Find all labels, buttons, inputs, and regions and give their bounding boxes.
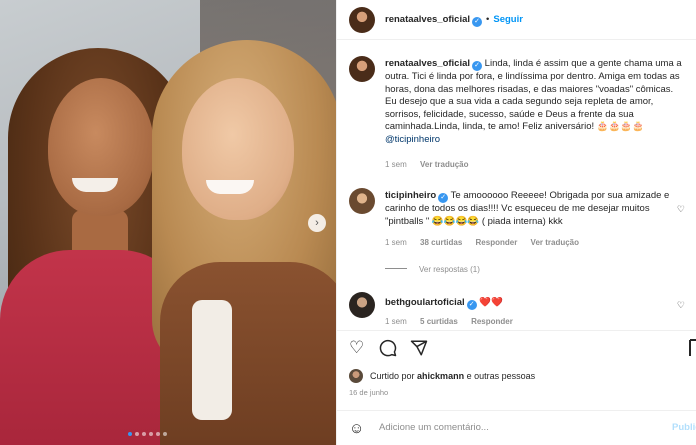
comment-meta: 1 sem 5 curtidas Responder xyxy=(385,317,524,326)
carousel-dot xyxy=(156,432,160,436)
chevron-right-icon: › xyxy=(315,217,319,229)
comment-icon[interactable] xyxy=(379,339,397,361)
carousel-dot xyxy=(128,432,132,436)
comment-text-block: bethgoulartoficial ✓ ❤️❤️ xyxy=(385,297,685,310)
photo-person-right-face xyxy=(182,78,294,220)
comment-username[interactable]: ticipinheiro xyxy=(385,190,436,201)
translate-button[interactable]: Ver tradução xyxy=(531,238,579,247)
carousel-dot xyxy=(142,432,146,436)
comment-likes[interactable]: 38 curtidas xyxy=(420,238,462,247)
verified-icon: ✓ xyxy=(438,193,449,203)
photo-person-left-smile xyxy=(72,178,118,192)
publish-button[interactable]: Publica xyxy=(672,422,696,433)
caption-mention[interactable]: @ticipinheiro xyxy=(385,134,440,145)
separator-dot: • xyxy=(486,14,490,25)
caption-time[interactable]: 1 sem xyxy=(385,160,407,169)
translate-button[interactable]: Ver tradução xyxy=(420,160,468,169)
follow-button[interactable]: Seguir xyxy=(493,14,523,25)
post-date[interactable]: 16 de junho xyxy=(349,388,388,397)
comment-likes[interactable]: 5 curtidas xyxy=(420,317,458,326)
verified-icon: ✓ xyxy=(466,300,477,310)
comment-time[interactable]: 1 sem xyxy=(385,317,407,326)
view-replies-label: Ver respostas (1) xyxy=(419,265,480,274)
photo-person-right-smile xyxy=(206,180,254,194)
like-comment-heart-icon[interactable]: ♡ xyxy=(677,300,685,311)
verified-icon: ✓ xyxy=(472,17,483,27)
liked-by-suffix[interactable]: e outras pessoas xyxy=(467,371,536,381)
photo-person-right-shirt xyxy=(192,300,232,420)
action-bar: ♡ xyxy=(337,330,696,366)
liked-by-prefix: Curtido por xyxy=(370,371,415,381)
carousel-dot xyxy=(163,432,167,436)
comment-avatar[interactable] xyxy=(349,292,375,318)
comment-text-block: ticipinheiro ✓ Te amoooooo Reeeee! Obriga… xyxy=(385,190,675,228)
share-icon[interactable] xyxy=(410,339,428,361)
author-avatar[interactable] xyxy=(349,7,375,33)
carousel-indicator xyxy=(128,432,167,436)
comment-username[interactable]: bethgoulartoficial xyxy=(385,297,465,308)
post-photo[interactable]: › xyxy=(0,0,336,445)
caption-meta: 1 sem Ver tradução xyxy=(385,160,480,169)
photo-person-left-face xyxy=(48,78,154,216)
replies-line xyxy=(385,268,407,269)
photo-person-right-jacket xyxy=(160,262,336,445)
post-header: renataalves_oficial ✓ • Seguir xyxy=(337,0,696,40)
heart-icon[interactable]: ♡ xyxy=(349,339,364,357)
carousel-dot xyxy=(135,432,139,436)
caption-avatar[interactable] xyxy=(349,56,375,82)
carousel-dot xyxy=(149,432,153,436)
caption-text-block: renataalves_oficial ✓ Linda, linda é assi… xyxy=(385,58,685,146)
carousel-next-button[interactable]: › xyxy=(308,214,326,232)
reply-button[interactable]: Responder xyxy=(471,317,513,326)
liked-by: Curtido por ahickmann e outras pessoas xyxy=(349,369,535,383)
comment-avatar[interactable] xyxy=(349,188,375,214)
caption-username[interactable]: renataalves_oficial xyxy=(385,58,470,69)
comment-meta: 1 sem 38 curtidas Responder Ver tradução xyxy=(385,238,590,247)
post-side-panel: renataalves_oficial ✓ • Seguir renataalves_… xyxy=(336,0,696,445)
liked-by-user[interactable]: ahickmann xyxy=(417,371,464,381)
reply-button[interactable]: Responder xyxy=(476,238,518,247)
view-replies-button[interactable]: Ver respostas (1) xyxy=(385,265,480,274)
bookmark-icon[interactable] xyxy=(689,339,696,361)
comment-input[interactable]: Adicione um comentário... xyxy=(379,422,489,433)
add-comment-bar: ☺ Adicione um comentário... Publica xyxy=(337,410,696,445)
comment-time[interactable]: 1 sem xyxy=(385,238,407,247)
like-comment-heart-icon[interactable]: ♡ xyxy=(677,204,685,215)
comment-text: ❤️❤️ xyxy=(479,297,504,308)
liked-by-avatar[interactable] xyxy=(349,369,363,383)
verified-icon: ✓ xyxy=(472,61,483,71)
caption-text: Linda, linda é assim que a gente chama u… xyxy=(385,58,682,132)
author-username[interactable]: renataalves_oficial xyxy=(385,14,470,25)
emoji-icon[interactable]: ☺ xyxy=(349,420,364,437)
